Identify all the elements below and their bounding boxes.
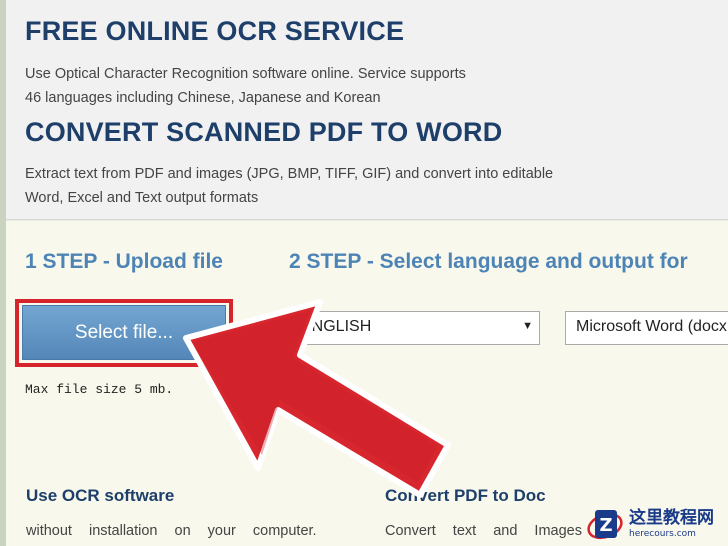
pointer-arrow-icon (183, 299, 451, 498)
watermark-url: herecours.com (629, 528, 696, 539)
watermark-text: 这里教程网 (629, 507, 714, 528)
watermark-logo-icon: Z (587, 510, 623, 540)
watermark: Z 这里教程网 herecours.com (585, 504, 725, 544)
svg-text:Z: Z (599, 515, 612, 536)
